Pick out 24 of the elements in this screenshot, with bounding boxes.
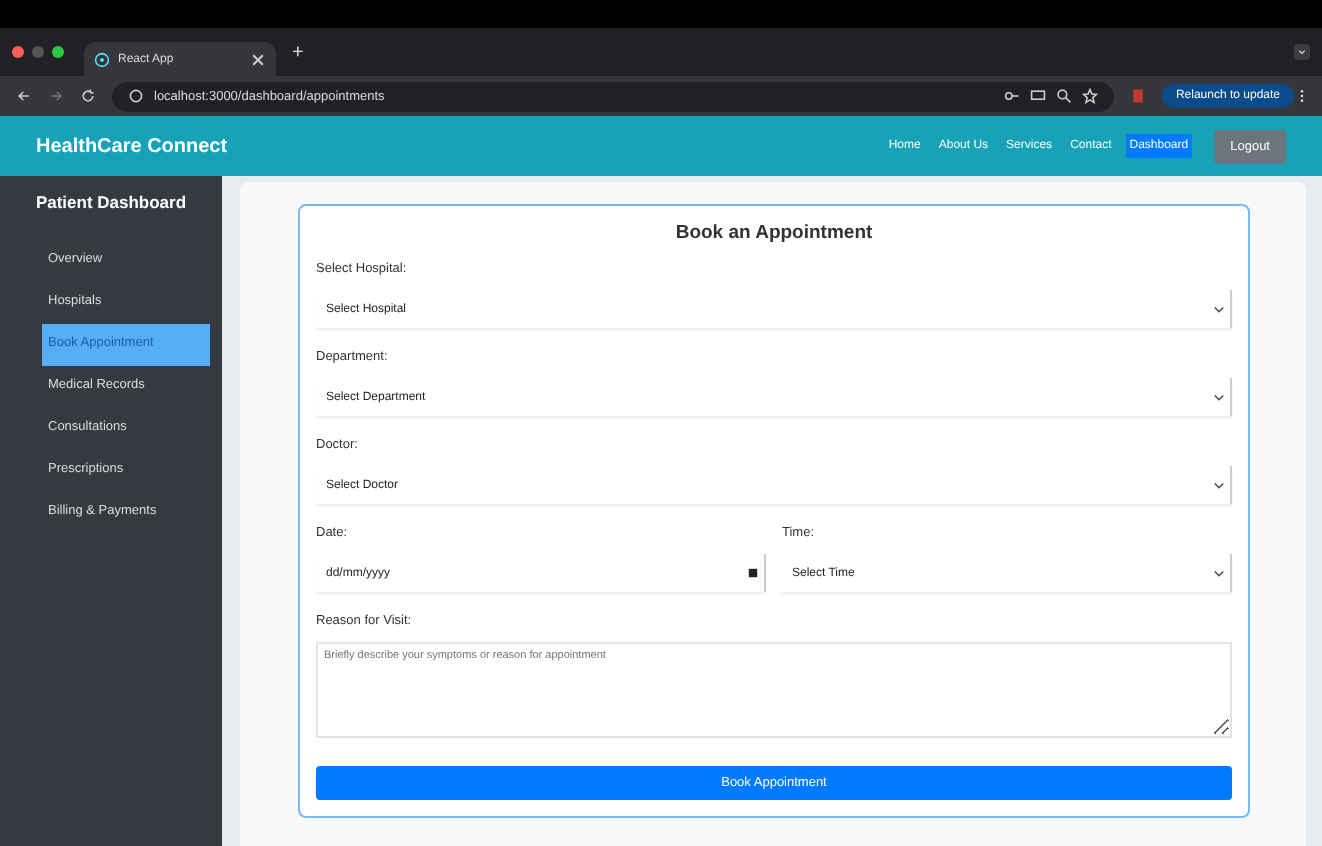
chevron-down-icon [1212,390,1226,404]
brand-title: HealthCare Connect [36,135,228,157]
site-info-icon [128,88,144,104]
back-icon[interactable] [16,88,32,104]
new-tab-button[interactable]: + [292,41,304,63]
reload-icon[interactable] [80,88,96,104]
form-title: Book an Appointment [673,222,875,244]
close-dot[interactable] [12,46,24,58]
chevron-down-icon [1212,478,1226,492]
sidebar-title: Patient Dashboard [33,190,189,216]
calendar-icon[interactable] [746,566,760,580]
key-icon[interactable] [1003,88,1020,104]
close-icon[interactable] [250,51,266,67]
chevron-down-icon[interactable] [1294,44,1310,60]
minimize-dot[interactable] [32,46,44,58]
atom-icon [94,51,110,67]
chevron-down-icon [1212,566,1226,580]
zoom-icon[interactable] [1055,88,1072,104]
maximize-dot[interactable] [52,46,64,58]
chevron-down-icon [1212,302,1226,316]
screen-icon[interactable] [1029,88,1046,104]
more-icon[interactable] [1298,88,1306,104]
star-icon[interactable] [1081,88,1098,104]
forward-icon[interactable] [48,88,64,104]
